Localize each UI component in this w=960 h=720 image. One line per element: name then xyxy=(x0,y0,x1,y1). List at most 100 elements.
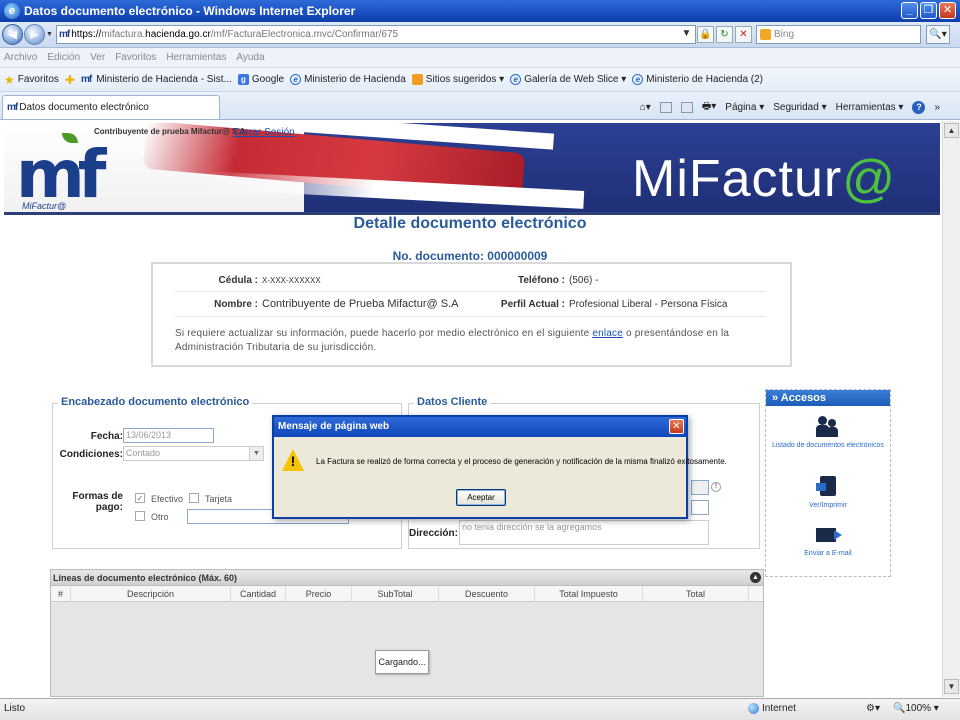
listado-documentos-link[interactable]: Listado de documentos electrónicos xyxy=(766,416,890,451)
col-number[interactable]: # xyxy=(51,586,71,601)
collapse-icon[interactable]: ▲ xyxy=(750,572,761,583)
feeds-icon[interactable] xyxy=(659,102,672,113)
ie-icon: e xyxy=(290,74,302,85)
home-icon[interactable]: ⌂▾ xyxy=(640,102,651,113)
ie-icon: e xyxy=(4,3,20,19)
message-text: Si requiere actualizar su información, p… xyxy=(175,328,593,339)
col-subtotal[interactable]: SubTotal xyxy=(352,586,439,601)
document-icon xyxy=(816,476,840,498)
back-button[interactable]: ◀ xyxy=(2,24,23,45)
url-field[interactable]: mf https:// mifactura. hacienda.go.cr /m… xyxy=(56,25,696,44)
forward-button[interactable]: ▶ xyxy=(24,24,45,45)
efectivo-label: Efectivo xyxy=(151,494,184,504)
site-favicon: mf xyxy=(7,102,18,113)
menu-edicion[interactable]: Edición xyxy=(47,52,80,63)
search-input[interactable]: Bing xyxy=(756,25,921,44)
direccion-textarea[interactable]: no tenia dirección se la agregamos xyxy=(459,520,709,545)
fav-link-hacienda-sist[interactable]: mf Ministerio de Hacienda - Sist... xyxy=(81,74,232,85)
mf-icon: mf xyxy=(80,74,92,85)
history-dropdown-icon[interactable]: ▼ xyxy=(46,31,53,38)
protected-mode-icon[interactable]: ⚙▾ xyxy=(866,703,880,714)
info-icon[interactable]: ! xyxy=(711,482,721,492)
menu-favoritos[interactable]: Favoritos xyxy=(115,52,156,63)
taxpayer-name: Contribuyente de prueba Mifactur@ S.A. xyxy=(94,127,248,136)
add-favorite-icon[interactable]: ✚ xyxy=(65,73,75,87)
page-content: mf MiFactur@ Contribuyente de prueba Mif… xyxy=(0,121,942,697)
fecha-label: Fecha: xyxy=(90,431,123,442)
field-input[interactable] xyxy=(691,500,709,515)
internet-zone[interactable]: Internet xyxy=(748,703,796,714)
bing-icon xyxy=(760,29,771,40)
scroll-up-icon[interactable]: ▲ xyxy=(944,123,959,138)
col-total-impuesto[interactable]: Total Impuesto xyxy=(535,586,643,601)
col-cantidad[interactable]: Cantidad xyxy=(231,586,286,601)
menu-bar: Archivo Edición Ver Favoritos Herramient… xyxy=(0,48,960,68)
menu-ver[interactable]: Ver xyxy=(90,52,105,63)
toolbar-overflow-icon[interactable]: » xyxy=(934,102,940,113)
lock-icon[interactable]: 🔒 xyxy=(697,26,714,43)
fav-link-web-slice[interactable]: e Galería de Web Slice ▾ xyxy=(510,74,626,85)
encabezado-legend: Encabezado documento electrónico xyxy=(58,396,253,408)
fav-link-hacienda[interactable]: e Ministerio de Hacienda xyxy=(290,74,406,85)
menu-archivo[interactable]: Archivo xyxy=(4,52,37,63)
scroll-down-icon[interactable]: ▼ xyxy=(944,679,959,694)
otro-checkbox[interactable] xyxy=(135,511,145,521)
favorites-button[interactable]: ★ Favoritos xyxy=(4,73,59,87)
nombre-value: Contribuyente de Prueba Mifactur@ S.A xyxy=(262,298,459,310)
col-descuento[interactable]: Descuento xyxy=(439,586,535,601)
enviar-email-link[interactable]: Enviar a E-mail xyxy=(766,524,890,559)
perfil-label: Perfil Actual : xyxy=(500,298,565,310)
fav-link-sitios-sugeridos[interactable]: Sitios sugeridos ▾ xyxy=(411,74,504,85)
page-menu[interactable]: Página ▾ xyxy=(725,102,764,113)
accesos-header: » Accesos xyxy=(766,390,890,406)
ver-imprimir-label: Ver/Imprimir xyxy=(809,502,847,509)
tab-bar: mf Datos documento electrónico ⌂▾ 🖶▾ Pág… xyxy=(0,92,960,120)
fav-link-hacienda-2[interactable]: e Ministerio de Hacienda (2) xyxy=(632,74,763,85)
tools-menu[interactable]: Herramientas ▾ xyxy=(836,102,904,113)
security-menu[interactable]: Seguridad ▾ xyxy=(773,102,826,113)
help-icon[interactable]: ? xyxy=(912,101,926,114)
mifactura-logo: mf xyxy=(16,136,106,213)
lineas-panel: Líneas de documento electrónico (Máx. 60… xyxy=(50,569,764,697)
mail-icon[interactable] xyxy=(680,102,693,113)
fav-link-google[interactable]: g Google xyxy=(237,74,284,85)
site-favicon: mf xyxy=(59,29,70,40)
efectivo-checkbox[interactable]: ✓ xyxy=(135,493,145,503)
col-precio[interactable]: Precio xyxy=(286,586,352,601)
print-icon[interactable]: 🖶▾ xyxy=(702,99,716,116)
condiciones-value: Contado xyxy=(126,448,161,458)
otro-label: Otro xyxy=(151,512,169,522)
fecha-input[interactable]: 13/06/2013 xyxy=(123,428,214,443)
field-input[interactable] xyxy=(691,480,709,495)
address-toolbar: ◀ ▶ ▼ mf https:// mifactura. hacienda.go… xyxy=(0,22,960,48)
col-descripcion[interactable]: Descripción xyxy=(71,586,231,601)
update-link[interactable]: enlace xyxy=(592,328,623,339)
accept-button[interactable]: Aceptar xyxy=(456,489,506,506)
condiciones-select[interactable]: Contado ▼ xyxy=(123,446,264,461)
fav-link-label: Ministerio de Hacienda xyxy=(304,74,406,85)
col-total[interactable]: Total xyxy=(643,586,749,601)
window-titlebar: e Datos documento electrónico - Windows … xyxy=(0,0,960,22)
tab-active[interactable]: mf Datos documento electrónico xyxy=(2,95,220,119)
maximize-button[interactable]: ❐ xyxy=(920,2,937,19)
search-button[interactable]: 🔍▾ xyxy=(926,25,950,44)
dialog-close-button[interactable]: ✕ xyxy=(669,419,684,434)
tarjeta-checkbox[interactable] xyxy=(189,493,199,503)
menu-ayuda[interactable]: Ayuda xyxy=(236,52,264,63)
logout-link[interactable]: Cerrar Sesión xyxy=(233,127,295,138)
cedula-label: Cédula : xyxy=(218,274,258,286)
stop-button[interactable]: ✕ xyxy=(735,26,752,43)
ver-imprimir-link[interactable]: Ver/Imprimir xyxy=(766,476,890,511)
url-dropdown-icon[interactable]: ▼ xyxy=(680,26,693,43)
suggested-sites-icon xyxy=(411,74,423,85)
logo-subtitle: MiFactur@ xyxy=(22,201,67,211)
zoom-control[interactable]: 🔍100% ▾ xyxy=(893,703,939,714)
vertical-scrollbar[interactable]: ▲ ▼ xyxy=(942,121,960,697)
telefono-value: (506) - xyxy=(569,274,599,286)
close-window-button[interactable]: ✕ xyxy=(939,2,956,19)
menu-herramientas[interactable]: Herramientas xyxy=(166,52,226,63)
accesos-panel: » Accesos Listado de documentos electrón… xyxy=(765,389,891,577)
refresh-button[interactable]: ↻ xyxy=(716,26,733,43)
fav-link-label: Galería de Web Slice ▾ xyxy=(524,74,627,85)
minimize-button[interactable]: _ xyxy=(901,2,918,19)
